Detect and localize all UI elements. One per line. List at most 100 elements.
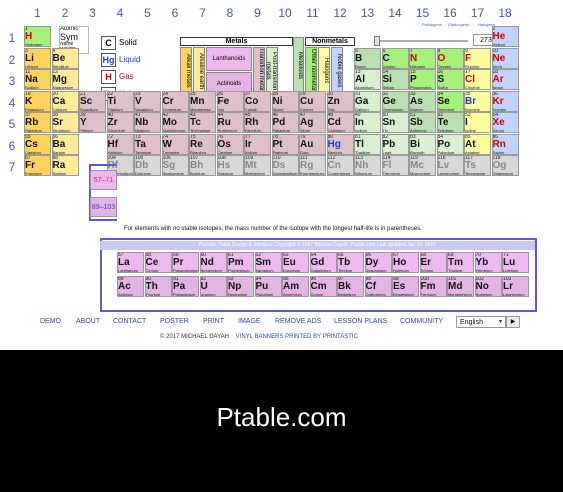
element-p[interactable]: 15PPhosphorus30.974	[409, 69, 436, 90]
element-w[interactable]: 74WTungsten183.84	[161, 133, 189, 155]
element-ds[interactable]: 110DsDarmstadtium(281)	[271, 155, 299, 176]
category-metalloids[interactable]: Metalloids	[293, 37, 304, 95]
element-lu[interactable]: 71LuLutetium174.97	[502, 252, 529, 273]
element-rb[interactable]: 37RbRubidium85.468	[24, 112, 51, 133]
element-y[interactable]: 39YYttrium88.906	[79, 112, 106, 133]
element-sr[interactable]: 38SrStrontium87.62	[51, 112, 79, 133]
element-li[interactable]: 3LiLithium6.94	[24, 47, 51, 69]
element-ga[interactable]: 31GaGallium69.723	[354, 90, 381, 112]
element-pd[interactable]: 46PdPalladium106.42	[271, 112, 299, 133]
element-dy[interactable]: 66DyDysprosium162.50	[364, 252, 392, 273]
element-re[interactable]: 75ReRhenium186.21	[189, 133, 216, 155]
element-co[interactable]: 27CoCobalt58.933	[244, 90, 271, 112]
element-xe[interactable]: 54XeXenon131.29	[491, 112, 519, 133]
element-he[interactable]: 2HeHelium4.0026	[491, 26, 519, 47]
element-md[interactable]: 101MdMendelevium(258)	[447, 276, 474, 297]
element-th[interactable]: 90ThThorium232.04	[144, 276, 172, 297]
element-mc[interactable]: 115McMoscovium(290)	[409, 155, 436, 176]
element-mo[interactable]: 42MoMolybdenum95.95	[161, 112, 189, 133]
element-na[interactable]: 11NaSodium22.990	[24, 69, 51, 90]
category-halogens[interactable]: Halogens	[318, 47, 330, 95]
language-select[interactable]: English ▼	[456, 316, 506, 328]
element-mt[interactable]: 109MtMeitnerium(278)	[244, 155, 271, 176]
element-b[interactable]: 5BBoron10.81	[354, 47, 381, 69]
element-in[interactable]: 49InIndium114.82	[354, 112, 381, 133]
element-pm[interactable]: 61PmPromethium(145)	[227, 252, 254, 273]
element-cr[interactable]: 24CrChromium51.996	[161, 90, 189, 112]
element-as[interactable]: 33AsArsenic74.922	[409, 90, 436, 112]
group-number[interactable]: 13	[354, 6, 381, 20]
element-sc[interactable]: 21ScScandium44.956	[79, 90, 106, 112]
element-ba[interactable]: 56BaBarium137.33	[51, 133, 79, 155]
element-rh[interactable]: 45RhRhodium102.91	[244, 112, 271, 133]
period-number[interactable]: 7	[0, 160, 24, 174]
nav-link[interactable]: COMMUNITY	[400, 318, 443, 325]
group-number[interactable]: 7	[189, 6, 216, 20]
element-tc[interactable]: 43TcTechnetium(98)	[189, 112, 216, 133]
element-bk[interactable]: 97BkBerkelium(247)	[337, 276, 364, 297]
element-pr[interactable]: 59PrPraseodymium140.91	[172, 252, 199, 273]
element-am[interactable]: 95AmAmericium(243)	[282, 276, 309, 297]
element-no[interactable]: 102NoNobelium(259)	[474, 276, 502, 297]
element-ta[interactable]: 73TaTantalum180.95	[134, 133, 161, 155]
element-s[interactable]: 16SSulfur32.06	[436, 69, 464, 90]
group-number[interactable]: 1	[24, 6, 51, 20]
element-o[interactable]: 8OOxygen15.999	[436, 47, 464, 69]
element-zr[interactable]: 40ZrZirconium91.224	[106, 112, 134, 133]
element-cm[interactable]: 96CmCurium(247)	[309, 276, 337, 297]
element-ca[interactable]: 20CaCalcium40.078	[51, 90, 79, 112]
element-v[interactable]: 23VVanadium50.942	[134, 90, 161, 112]
element-n[interactable]: 7NNitrogen14.007	[409, 47, 436, 69]
element-zn[interactable]: 30ZnZinc65.38	[326, 90, 354, 112]
element-u[interactable]: 92UUranium238.03	[199, 276, 227, 297]
element-es[interactable]: 99EsEinsteinium(252)	[392, 276, 419, 297]
actinoid-range[interactable]: 89–103	[90, 197, 117, 217]
lanthanoid-range[interactable]: 57–71	[90, 170, 117, 190]
element-f[interactable]: 9FFluorine18.998	[464, 47, 491, 69]
nav-link[interactable]: REMOVE ADS	[275, 318, 321, 325]
element-sg[interactable]: 106SgSeaborgium(269)	[161, 155, 189, 176]
category-transition[interactable]: Transition metals	[253, 47, 265, 95]
element-kr[interactable]: 36KrKrypton83.798	[491, 90, 519, 112]
nav-link[interactable]: LESSON PLANS	[334, 318, 387, 325]
element-ge[interactable]: 32GeGermanium72.630	[381, 90, 409, 112]
element-c[interactable]: 6CCarbon12.011	[381, 47, 409, 69]
element-nb[interactable]: 41NbNiobium92.906	[134, 112, 161, 133]
element-ar[interactable]: 18ArArgon39.948	[491, 69, 519, 90]
element-pu[interactable]: 94PuPlutonium(244)	[254, 276, 282, 297]
play-button[interactable]: ▶	[506, 316, 520, 328]
element-ti[interactable]: 22TiTitanium47.867	[106, 90, 134, 112]
element-cn[interactable]: 112CnCopernicium(285)	[326, 155, 354, 176]
element-se[interactable]: 34SeSelenium78.971	[436, 90, 464, 112]
group-number[interactable]: 6	[162, 6, 189, 20]
element-ru[interactable]: 44RuRuthenium101.07	[216, 112, 244, 133]
element-au[interactable]: 79AuGold196.97	[299, 133, 326, 155]
element-be[interactable]: 4BeBeryllium9.0122	[51, 47, 79, 69]
element-yb[interactable]: 70YbYtterbium173.05	[474, 252, 502, 273]
element-hf[interactable]: 72HfHafnium178.49	[106, 133, 134, 155]
element-hs[interactable]: 108HsHassium(277)	[216, 155, 244, 176]
group-number[interactable]: 2	[52, 6, 79, 20]
element-np[interactable]: 93NpNeptunium(237)	[227, 276, 254, 297]
element-sn[interactable]: 50SnTin118.71	[381, 112, 409, 133]
group-number[interactable]: 14	[382, 6, 409, 20]
element-nh[interactable]: 113NhNihonium(286)	[354, 155, 381, 176]
element-nd[interactable]: 60NdNeodymium144.24	[199, 252, 227, 273]
element-cd[interactable]: 48CdCadmium112.41	[326, 112, 354, 133]
element-pa[interactable]: 91PaProtactinium231.04	[172, 276, 199, 297]
element-cl[interactable]: 17ClChlorine35.45	[464, 69, 491, 90]
group-number[interactable]: 4	[107, 6, 134, 20]
group-number[interactable]: 15	[409, 6, 436, 20]
group-number[interactable]: 5	[134, 6, 161, 20]
element-tl[interactable]: 81TlThallium204.38	[354, 133, 381, 155]
element-er[interactable]: 68ErErbium167.26	[419, 252, 447, 273]
element-i[interactable]: 53IIodine126.90	[464, 112, 491, 133]
group-number[interactable]: 9	[244, 6, 271, 20]
element-h[interactable]: 1HHydrogen1.008	[24, 26, 51, 47]
element-fm[interactable]: 100FmFermium(257)	[419, 276, 447, 297]
nav-link[interactable]: IMAGE	[238, 318, 261, 325]
temperature-slider[interactable]	[370, 36, 472, 46]
period-number[interactable]: 2	[0, 53, 24, 67]
state-item[interactable]: H Gas	[101, 68, 181, 85]
element-pt[interactable]: 78PtPlatinum195.08	[271, 133, 299, 155]
